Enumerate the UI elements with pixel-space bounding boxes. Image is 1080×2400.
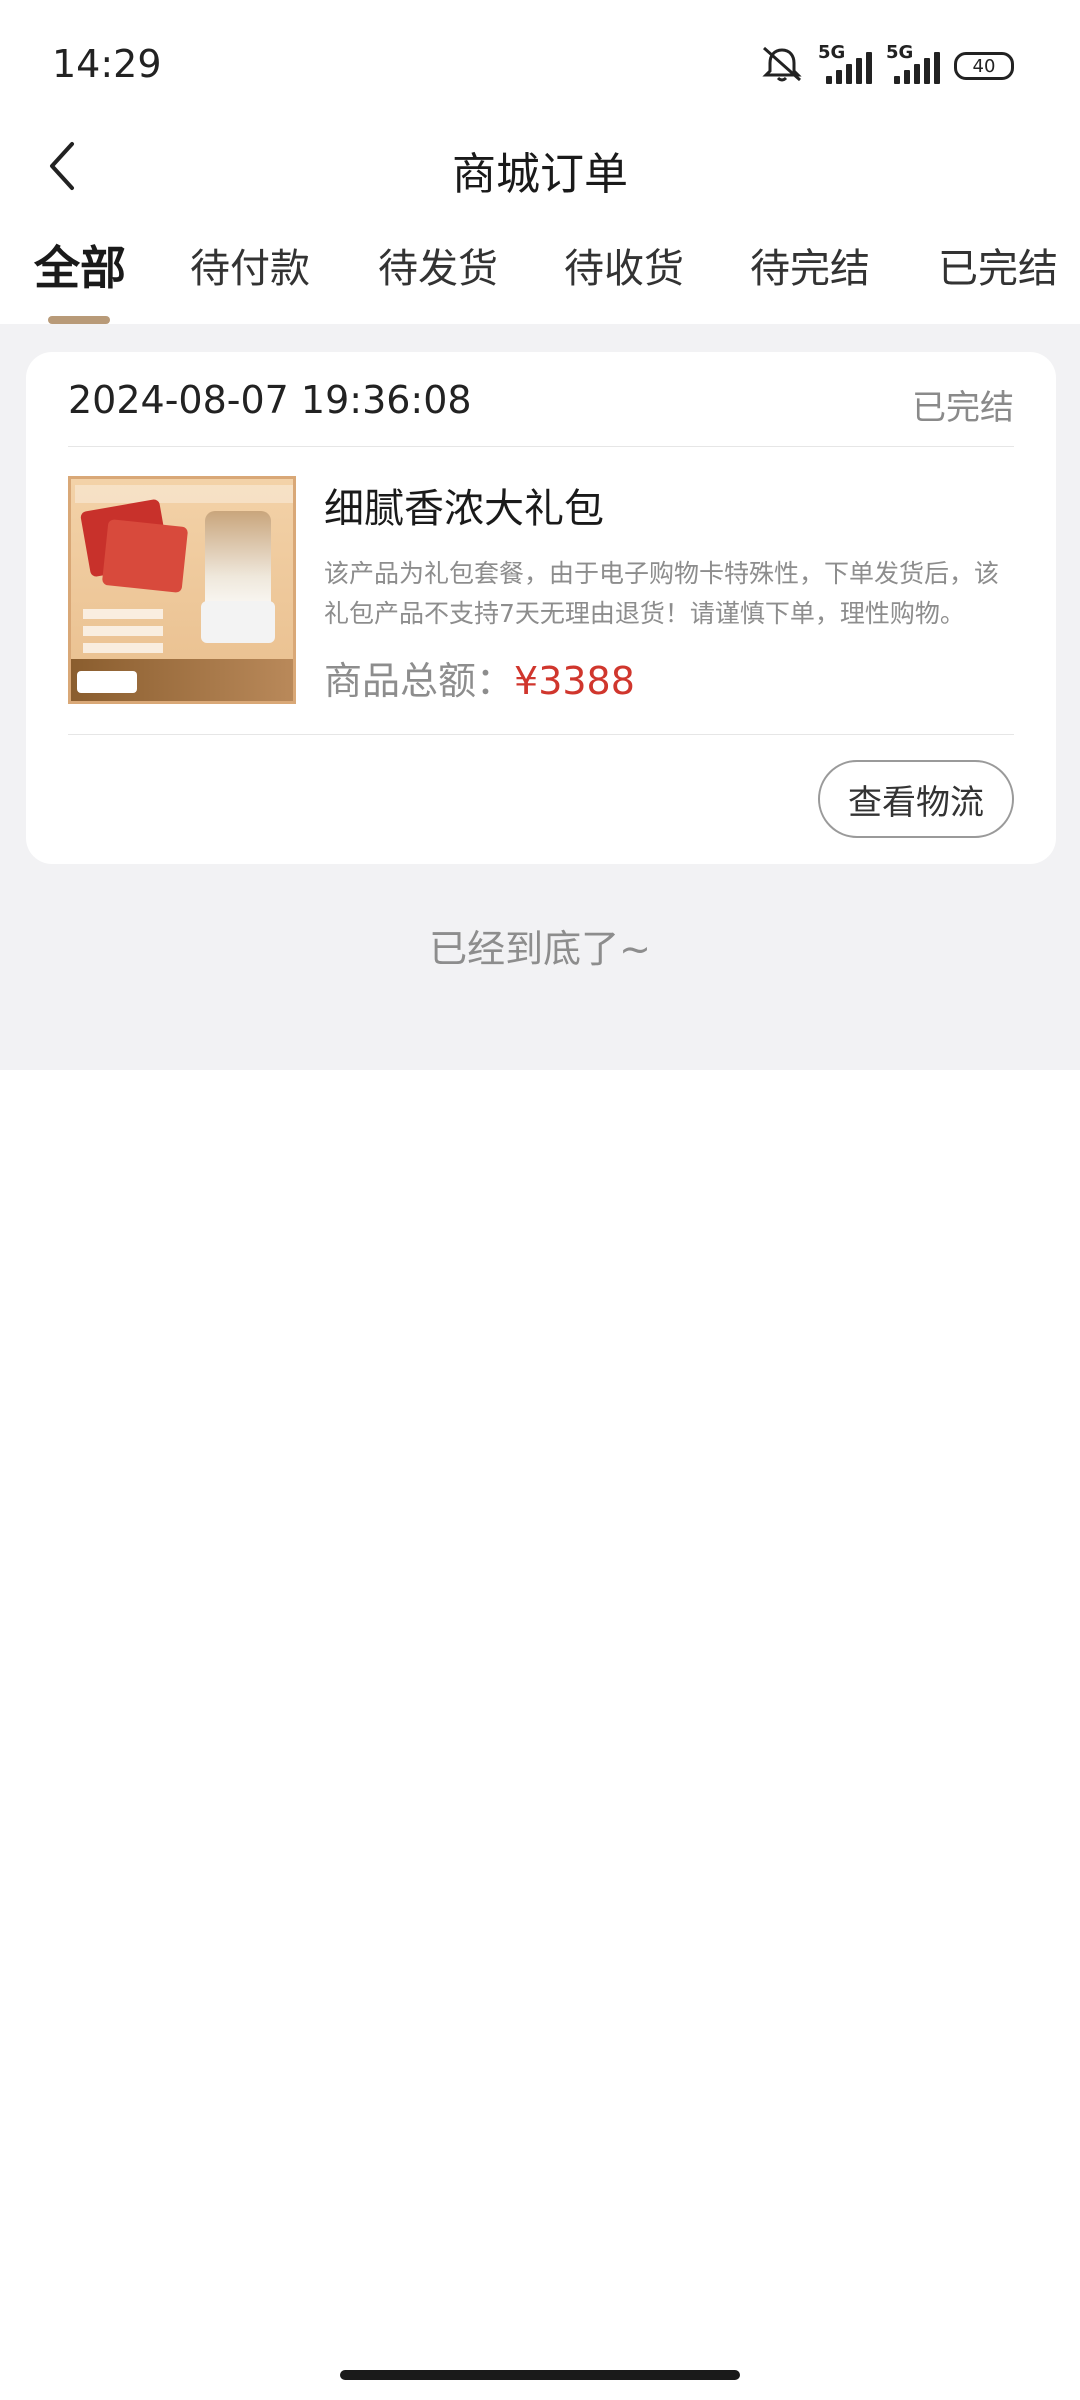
signal-bar <box>894 76 900 84</box>
image-banner <box>75 485 293 503</box>
tab-all[interactable]: 全部 <box>34 232 126 298</box>
signal-bar <box>826 76 832 84</box>
total-label: 商品总额： <box>324 659 515 703</box>
blender-base-graphic <box>201 601 275 643</box>
signal-bar <box>866 52 872 84</box>
image-price-tag <box>77 671 137 693</box>
divider <box>68 734 1014 735</box>
gift-card-graphic <box>101 518 189 594</box>
product-name: 细腻香浓大礼包 <box>324 486 604 532</box>
tab-pending-payment[interactable]: 待付款 <box>190 236 310 294</box>
signal-bar <box>924 58 930 84</box>
mute-icon <box>760 44 804 88</box>
status-time: 14:29 <box>52 42 162 86</box>
battery-icon: 40 <box>954 52 1014 80</box>
order-card[interactable]: 2024-08-07 19:36:08 已完结 细腻香浓大礼包 该产品为礼包套餐… <box>26 352 1056 864</box>
signal-icon: 5G <box>886 42 940 84</box>
home-indicator[interactable] <box>340 2370 740 2380</box>
tab-pending-shipment[interactable]: 待发货 <box>378 236 498 294</box>
view-logistics-button[interactable]: 查看物流 <box>818 760 1014 838</box>
product-description: 该产品为礼包套餐，由于电子购物卡特殊性，下单发货后，该礼包产品不支持7天无理由退… <box>324 559 1000 628</box>
active-tab-indicator <box>48 316 110 324</box>
signal-bar <box>914 64 920 84</box>
header: 商城订单 <box>0 130 1080 206</box>
signal-bar <box>846 64 852 84</box>
signal-bar <box>934 52 940 84</box>
tab-pending-completion[interactable]: 待完结 <box>750 236 870 294</box>
order-total: 商品总额：¥3388 <box>324 650 635 705</box>
signal-bar <box>836 70 842 84</box>
signal-icon: 5G <box>818 42 872 84</box>
signal-bar <box>904 70 910 84</box>
status-bar: 14:29 5G 5G 40 <box>0 0 1080 130</box>
status-icons: 5G 5G 40 <box>760 42 1014 88</box>
order-tabs: 全部 待付款 待发货 待收货 待完结 已完结 <box>0 236 1080 326</box>
signal-bar <box>856 58 862 84</box>
signal-label: 5G <box>818 42 846 63</box>
signal-label: 5G <box>886 42 914 63</box>
order-list: 2024-08-07 19:36:08 已完结 细腻香浓大礼包 该产品为礼包套餐… <box>0 324 1080 1070</box>
feature-list-graphic <box>83 609 163 659</box>
list-end-text: 已经到底了~ <box>429 927 651 971</box>
page-title: 商城订单 <box>452 149 628 200</box>
battery-level: 40 <box>972 55 996 77</box>
order-status: 已完结 <box>912 388 1014 428</box>
divider <box>68 446 1014 447</box>
order-time: 2024-08-07 19:36:08 <box>68 378 472 422</box>
product-image[interactable] <box>68 476 296 704</box>
tab-pending-receipt[interactable]: 待收货 <box>564 236 684 294</box>
tab-completed[interactable]: 已完结 <box>938 236 1058 294</box>
total-amount: ¥3388 <box>514 659 635 703</box>
